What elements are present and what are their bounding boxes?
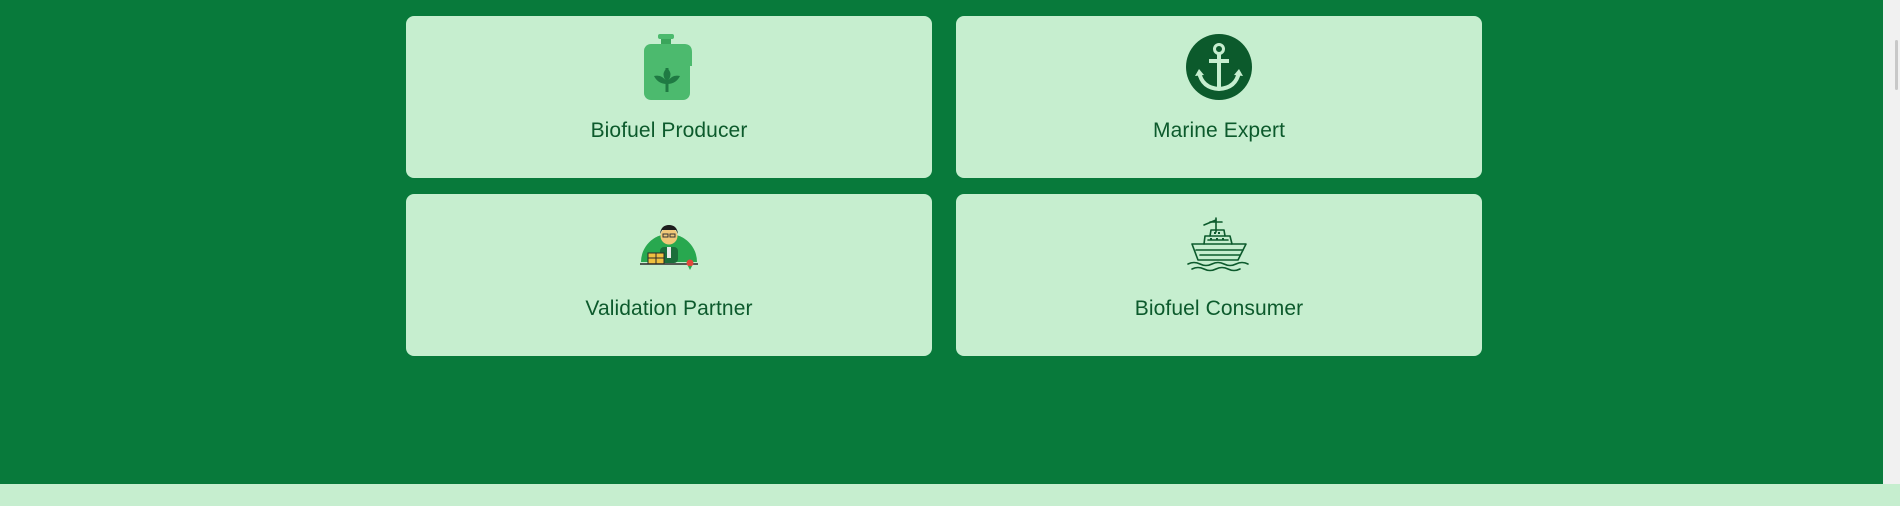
role-label: Biofuel Producer [590, 119, 748, 142]
role-card-marine-expert[interactable]: Marine Expert [956, 16, 1482, 178]
role-card-biofuel-producer[interactable]: Biofuel Producer [406, 16, 932, 178]
validator-person-icon [640, 225, 698, 270]
role-selection-area: Biofuel Producer Marine Expert Validatio… [0, 0, 1883, 484]
biofuel-canister-icon [644, 34, 692, 100]
role-card-biofuel-consumer[interactable]: Biofuel Consumer [956, 194, 1482, 356]
footer-band [0, 484, 1900, 506]
scrollbar-thumb[interactable] [1895, 40, 1898, 90]
role-label: Validation Partner [585, 297, 753, 320]
anchor-icon [1186, 34, 1252, 100]
cargo-ship-icon [1187, 217, 1249, 272]
role-card-validation-partner[interactable]: Validation Partner [406, 194, 932, 356]
role-label: Biofuel Consumer [1134, 297, 1304, 320]
role-label: Marine Expert [1152, 119, 1286, 142]
